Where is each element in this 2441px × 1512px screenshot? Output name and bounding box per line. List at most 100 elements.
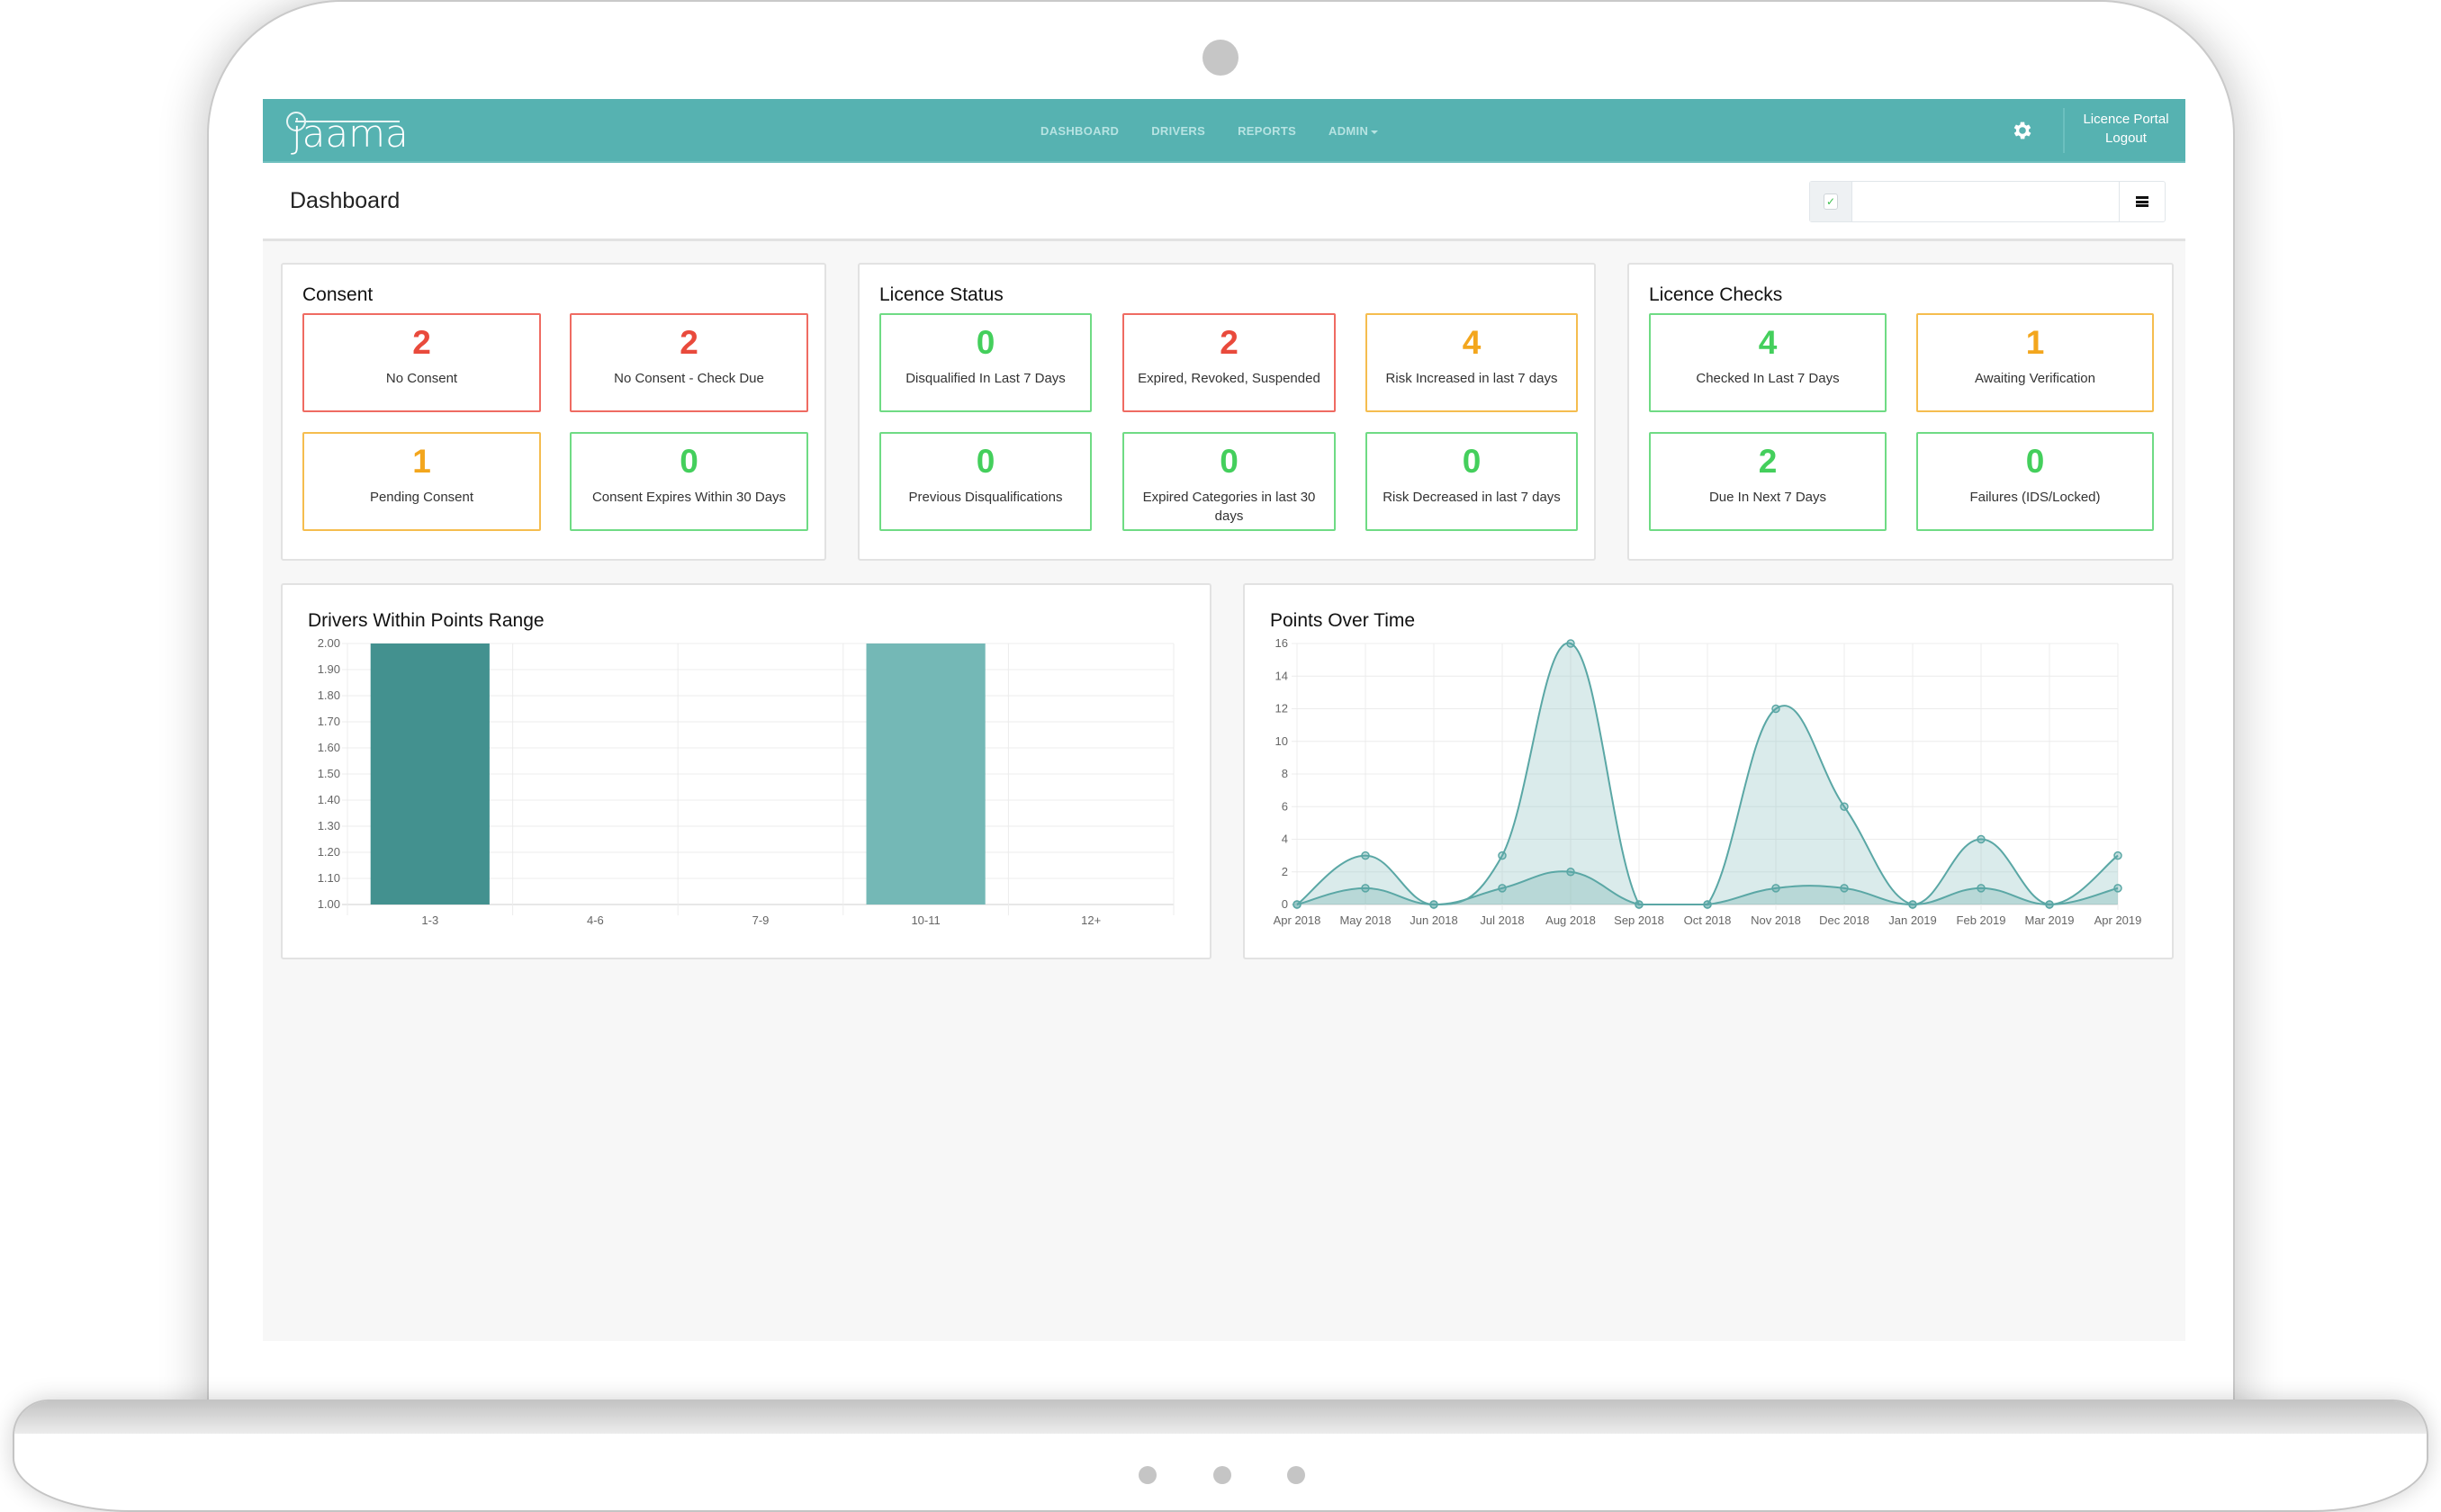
navbar: jaama DASHBOARD DRIVERS REPORTS ADMIN Li…	[263, 99, 2185, 163]
search-group: ✓	[1809, 181, 2166, 222]
y-tick-label: 1.90	[318, 662, 340, 676]
stat-disqualified-7-days[interactable]: 0 Disqualified In Last 7 Days	[879, 313, 1092, 412]
stat-label: Failures (IDS/Locked)	[1969, 490, 2101, 505]
y-tick-label: 10	[1275, 734, 1288, 748]
stat-due-next-7-days[interactable]: 2 Due In Next 7 Days	[1649, 432, 1887, 531]
data-point	[1566, 868, 1575, 877]
stat-failures[interactable]: 0 Failures (IDS/Locked)	[1916, 432, 2154, 531]
data-point	[1361, 850, 1370, 860]
stat-checked-7-days[interactable]: 4 Checked In Last 7 Days	[1649, 313, 1887, 412]
y-tick-label: 1.60	[318, 741, 340, 754]
stat-value: 2	[1758, 443, 1778, 480]
data-point	[1429, 900, 1438, 909]
data-point	[2045, 900, 2054, 909]
checkbox-checked-icon[interactable]: ✓	[1824, 194, 1838, 210]
stat-no-consent-check-due[interactable]: 2 No Consent - Check Due	[570, 313, 808, 412]
points-over-time-chart-panel: Points Over Time 16 14 12 10 8 6 4 2 0 Apr 2018 Ma…	[1243, 583, 2174, 959]
stat-expired-categories[interactable]: 0 Expired Categories in last 30 days	[1122, 432, 1336, 531]
search-input[interactable]	[1852, 182, 2119, 221]
stat-risk-decreased[interactable]: 0 Risk Decreased in last 7 days	[1365, 432, 1578, 531]
y-tick-label: 1.50	[318, 767, 340, 780]
nav-reports[interactable]: REPORTS	[1238, 124, 1296, 138]
stat-previous-disqualifications[interactable]: 0 Previous Disqualifications	[879, 432, 1092, 531]
points-over-time-chart: 16 14 12 10 8 6 4 2 0 Apr 2018 May 2018 Jun 2018 Jul…	[1274, 636, 2142, 927]
x-tick-label: Jun 2018	[1410, 914, 1458, 927]
data-point	[1361, 884, 1370, 893]
y-tick-label: 1.10	[318, 871, 340, 885]
stat-risk-increased[interactable]: 4 Risk Increased in last 7 days	[1365, 313, 1578, 412]
gear-icon[interactable]	[2011, 119, 2034, 142]
stat-label: Disqualified In Last 7 Days	[905, 371, 1066, 386]
stat-value: 1	[412, 443, 431, 480]
stat-label: No Consent	[385, 371, 458, 386]
y-tick-label: 2.00	[318, 636, 340, 650]
stat-no-consent[interactable]: 2 No Consent	[302, 313, 541, 412]
x-tick-label: Jan 2019	[1888, 914, 1937, 927]
stat-consent-expires[interactable]: 0 Consent Expires Within 30 Days	[570, 432, 808, 531]
data-point	[1498, 884, 1507, 893]
base-dot-icon	[1139, 1466, 1157, 1484]
stat-awaiting-verification[interactable]: 1 Awaiting Verification	[1916, 313, 2154, 412]
y-tick-label: 14	[1275, 669, 1288, 682]
y-tick-label: 2	[1282, 865, 1288, 878]
licence-checks-panel: Licence Checks 4 Checked In Last 7 Days …	[1627, 263, 2174, 561]
jaama-logo[interactable]: jaama	[284, 108, 409, 158]
data-point	[1771, 884, 1780, 893]
x-tick-label: May 2018	[1339, 914, 1391, 927]
stat-label: Expired, Revoked, Suspended	[1138, 371, 1320, 386]
bar-1-3	[370, 644, 490, 904]
stat-value: 0	[976, 324, 995, 361]
laptop-hinge	[14, 1401, 2427, 1434]
data-point	[1771, 704, 1780, 714]
stat-value: 4	[1462, 324, 1482, 361]
licence-portal-link[interactable]: Licence Portal	[2072, 110, 2180, 129]
stat-label: Awaiting Verification	[1975, 371, 2095, 386]
x-tick-label: Jul 2018	[1480, 914, 1524, 927]
stat-label: Risk Decreased in last 7 days	[1383, 490, 1561, 505]
user-links: Licence Portal Logout	[2072, 110, 2180, 148]
licence-status-title: Licence Status	[879, 284, 1004, 305]
x-tick-label: 10-11	[911, 914, 940, 927]
logo-text: jaama	[292, 112, 409, 156]
stat-expired-revoked[interactable]: 2 Expired, Revoked, Suspended	[1122, 313, 1336, 412]
stat-value: 2	[1220, 324, 1239, 361]
menu-button[interactable]	[2119, 182, 2165, 221]
page-title: Dashboard	[290, 188, 401, 213]
data-point	[1635, 900, 1644, 909]
x-tick-label: 7-9	[752, 914, 770, 927]
data-point	[1977, 834, 1986, 844]
data-point	[1840, 802, 1849, 811]
stat-value: 1	[2025, 324, 2045, 361]
stat-value: 0	[2025, 443, 2045, 480]
search-checkbox-addon[interactable]: ✓	[1810, 182, 1852, 221]
stat-value: 0	[976, 443, 995, 480]
y-tick-label: 16	[1275, 636, 1288, 650]
y-tick-label: 1.00	[318, 897, 340, 911]
y-tick-label: 1.80	[318, 688, 340, 702]
nav-admin-label: ADMIN	[1329, 124, 1369, 138]
y-tick-label: 4	[1282, 832, 1288, 846]
nav-drivers[interactable]: DRIVERS	[1151, 124, 1205, 138]
x-tick-label: Sep 2018	[1614, 914, 1664, 927]
stat-label: Consent Expires Within 30 Days	[591, 490, 787, 505]
x-tick-label: 12+	[1081, 914, 1101, 927]
data-point	[2113, 884, 2122, 893]
logout-link[interactable]: Logout	[2072, 129, 2180, 148]
base-dot-icon	[1213, 1466, 1231, 1484]
x-tick-label: Oct 2018	[1684, 914, 1732, 927]
consent-title: Consent	[302, 284, 374, 305]
licence-checks-title: Licence Checks	[1649, 284, 1783, 305]
nav-divider	[2063, 108, 2065, 153]
y-tick-label: 0	[1282, 897, 1288, 911]
x-tick-label: Apr 2019	[2094, 914, 2142, 927]
x-tick-label: Apr 2018	[1274, 914, 1321, 927]
points-range-chart-panel: Drivers Within Points Range 2.00 1.90 1.80…	[281, 583, 1211, 959]
nav-dashboard[interactable]: DASHBOARD	[1040, 124, 1119, 138]
stat-value: 0	[1220, 443, 1239, 480]
x-tick-label: Mar 2019	[2025, 914, 2075, 927]
data-point	[1566, 639, 1575, 648]
page-header: Dashboard ✓	[263, 163, 2185, 241]
stat-pending-consent[interactable]: 1 Pending Consent	[302, 432, 541, 531]
nav-admin-dropdown[interactable]: ADMIN	[1329, 124, 1379, 138]
laptop-base	[13, 1400, 2428, 1512]
